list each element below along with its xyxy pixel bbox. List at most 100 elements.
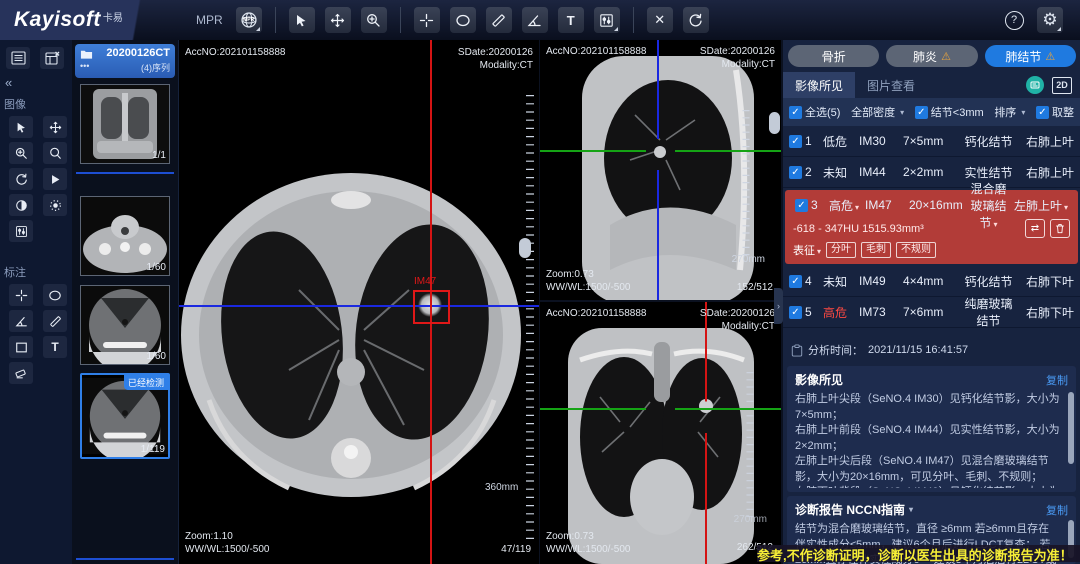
text-tool-icon[interactable]: T	[558, 7, 584, 33]
coronal-plane-line[interactable]	[657, 40, 659, 300]
cine-play-icon[interactable]	[43, 168, 67, 190]
nodule-type-dropdown[interactable]: 混合磨玻璃结节▾	[969, 180, 1008, 231]
trait-dropdown[interactable]: 表征▾	[793, 242, 821, 258]
row-checkbox[interactable]: ✓	[789, 135, 802, 148]
findings-scrollbar[interactable]	[1068, 392, 1074, 464]
series-thumbnail-lung[interactable]: 1/60	[80, 285, 170, 365]
tab-pneumonia[interactable]: 肺炎⚠	[886, 45, 977, 67]
sagittal-viewer[interactable]: 270mm AccNO:202101158888 SDate:20200126 …	[540, 40, 781, 302]
study-date: SDate:20200126	[458, 46, 533, 59]
row-index: 4	[805, 274, 817, 288]
risk-level: 高危	[823, 304, 859, 321]
eraser-icon[interactable]	[9, 362, 33, 384]
image-number: IM73	[859, 305, 903, 319]
zoom-in-tool-icon[interactable]	[9, 142, 33, 164]
sagittal-plane-line[interactable]	[705, 302, 707, 564]
coronal-plane-line[interactable]	[179, 305, 539, 307]
rotate-tool-icon[interactable]	[9, 168, 33, 190]
study-header[interactable]: 20200126CT ••• (4)序列	[75, 44, 175, 78]
axial-plane-line[interactable]	[540, 408, 781, 410]
window-level-tool-icon[interactable]	[594, 7, 620, 33]
angle-tool-icon[interactable]	[522, 7, 548, 33]
mpr-globe-icon[interactable]: MPR	[236, 7, 262, 33]
help-icon[interactable]: ?	[1001, 7, 1027, 33]
row-checkbox[interactable]: ✓	[789, 166, 802, 179]
cursor-tool-icon[interactable]	[289, 7, 315, 33]
row-checkbox[interactable]: ✓	[789, 275, 802, 288]
magnifier-tool-icon[interactable]	[43, 142, 67, 164]
nodule-row-5[interactable]: ✓ 5 高危 IM73 7×6mm 纯磨玻璃结节 右肺下叶	[783, 297, 1080, 328]
row-checkbox[interactable]: ✓	[795, 199, 808, 212]
ellipse-annotation-icon[interactable]	[43, 284, 67, 306]
copy-findings-link[interactable]: 复制	[1046, 372, 1068, 388]
subtab-imaging-findings[interactable]: 影像所见	[783, 72, 855, 98]
angle-annotation-icon[interactable]	[9, 310, 33, 332]
thumbnail-slice-count: 1/60	[147, 262, 166, 273]
zoom-in-tool-icon[interactable]	[361, 7, 387, 33]
trait-tag[interactable]: 毛刺	[861, 242, 891, 258]
ruler-annotation-icon[interactable]	[43, 310, 67, 332]
series-thumbnail-axial[interactable]: 1/60	[80, 196, 170, 276]
series-thumbnail-detected[interactable]: 已经检测 1/119	[80, 373, 170, 459]
text-annotation-icon[interactable]: T	[43, 336, 67, 358]
nodule-row-1[interactable]: ✓ 1 低危 IM30 7×5mm 钙化结节 右肺上叶	[783, 126, 1080, 157]
slice-position-handle[interactable]	[769, 112, 780, 134]
ellipse-tool-icon[interactable]	[450, 7, 476, 33]
series-thumbnail-scout[interactable]: 1/1	[80, 84, 170, 164]
detection-tabs: 骨折 肺炎⚠ 肺结节⚠	[788, 45, 1076, 67]
brightness-icon[interactable]	[43, 194, 67, 216]
collapse-sidebar-icon[interactable]: «	[0, 73, 72, 90]
contrast-invert-icon[interactable]	[9, 194, 33, 216]
tab-fracture[interactable]: 骨折	[788, 45, 879, 67]
chevron-down-icon: ▾	[1021, 108, 1025, 117]
nodule-location-dropdown[interactable]: 左肺上叶▾	[1008, 197, 1068, 214]
rectangle-annotation-icon[interactable]	[9, 336, 33, 358]
pan-tool-icon[interactable]	[325, 7, 351, 33]
trait-tag[interactable]: 不规则	[896, 242, 936, 258]
cursor-tool-icon[interactable]	[9, 116, 33, 138]
window-level-tool-icon[interactable]	[9, 220, 33, 242]
more-icon[interactable]: •••	[80, 61, 89, 74]
risk-level: 未知	[823, 164, 859, 181]
logo-text-cn: 卡易	[103, 9, 123, 24]
sort-dropdown[interactable]: 排序▾	[994, 104, 1025, 120]
reset-view-icon[interactable]	[683, 7, 709, 33]
image-tools-label: 图像	[0, 90, 72, 114]
study-title: 20200126CT	[80, 47, 170, 59]
settings-gear-icon[interactable]: ⚙	[1037, 7, 1063, 33]
crosshair-tool-icon[interactable]	[414, 7, 440, 33]
trait-tag[interactable]: 分叶	[826, 242, 856, 258]
nodule-roi-box[interactable]	[413, 290, 450, 324]
risk-level-dropdown[interactable]: 高危▾	[829, 197, 865, 214]
axial-viewer[interactable]: IM47 360mm AccNO:202101158888 SDate:2020…	[178, 40, 539, 564]
study-date: SDate:20200126	[700, 307, 775, 320]
collapse-panel-handle[interactable]: ›	[774, 288, 783, 324]
ruler-tool-icon[interactable]	[486, 7, 512, 33]
round-checkbox[interactable]: ✓取整	[1036, 104, 1074, 120]
nodule-row-4[interactable]: ✓ 4 未知 IM49 4×4mm 钙化结节 右肺下叶	[783, 266, 1080, 297]
density-filter-dropdown[interactable]: 全部密度▾	[851, 104, 904, 120]
compare-icon[interactable]: ⇄	[1025, 219, 1045, 238]
clear-annotations-icon[interactable]: ✕	[647, 7, 673, 33]
row-checkbox[interactable]: ✓	[789, 306, 802, 319]
slice-counter: 47/119	[501, 543, 531, 556]
report-bubble-icon[interactable]	[1026, 76, 1044, 94]
tab-lung-nodule[interactable]: 肺结节⚠	[985, 45, 1076, 67]
series-layout-icon[interactable]	[40, 47, 64, 69]
nodule-row-2[interactable]: ✓ 2 未知 IM44 2×2mm 实性结节 右肺上叶	[783, 157, 1080, 188]
axial-plane-line[interactable]	[540, 150, 781, 152]
series-list-icon[interactable]	[6, 47, 30, 69]
copy-report-link[interactable]: 复制	[1046, 502, 1068, 518]
pan-tool-icon[interactable]	[43, 116, 67, 138]
delete-icon[interactable]	[1050, 219, 1070, 238]
select-all-checkbox[interactable]: ✓全选(5)	[789, 104, 840, 120]
window-level: WW/WL:1500/-500	[546, 543, 630, 556]
subtab-image-view[interactable]: 图片查看	[855, 72, 927, 98]
2d-toggle[interactable]: 2D	[1052, 77, 1072, 94]
small-nodule-checkbox[interactable]: ✓结节<3mm	[915, 104, 984, 120]
coronal-viewer[interactable]: 270mm AccNO:202101158888 SDate:20200126 …	[540, 302, 781, 564]
slice-position-handle[interactable]	[519, 238, 531, 258]
crosshair-annotation-icon[interactable]	[9, 284, 33, 306]
nodule-row-3-selected[interactable]: ✓ 3 高危▾ IM47 20×16mm 混合磨玻璃结节▾ 左肺上叶▾ -618…	[785, 190, 1078, 264]
chevron-down-icon[interactable]: ▾	[909, 505, 913, 514]
